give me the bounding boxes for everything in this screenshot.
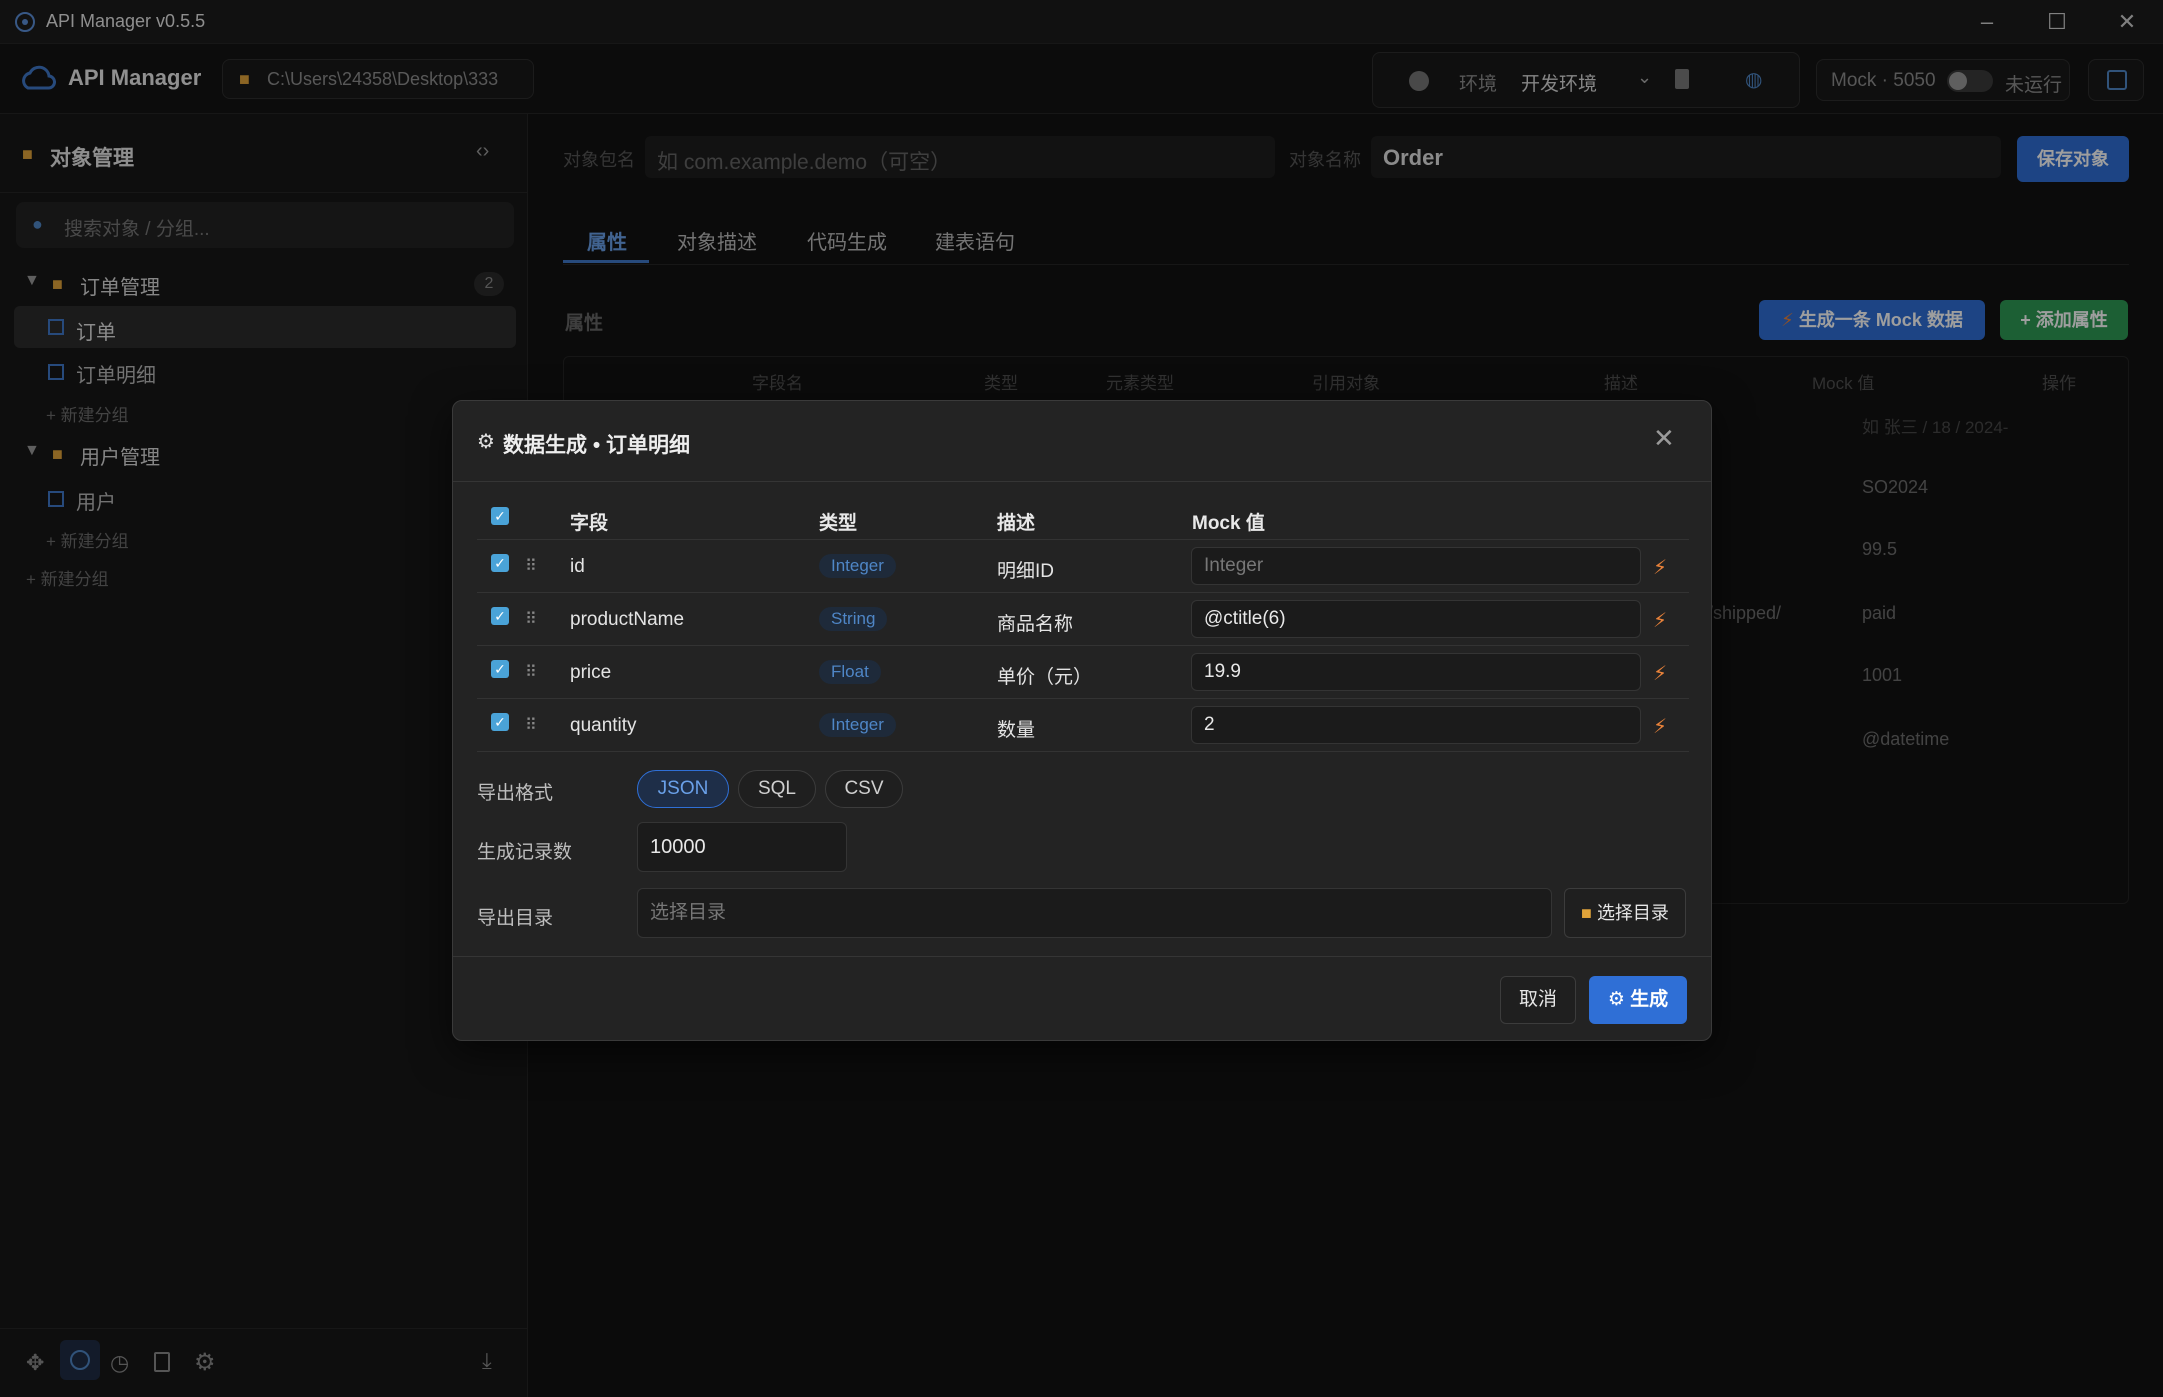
export-dir-input[interactable]: 选择目录 — [637, 888, 1552, 938]
field-desc: 商品名称 — [997, 614, 1074, 635]
header-mock: Mock 值 — [1192, 513, 1265, 534]
type-badge: String — [819, 607, 888, 631]
field-desc: 明细ID — [997, 561, 1055, 582]
mock-input[interactable]: @ctitle(6) — [1191, 600, 1641, 638]
record-count-input[interactable]: 10000 — [637, 822, 847, 872]
row-checkbox[interactable]: ✓ — [491, 713, 509, 731]
folder-icon: ■ — [1581, 903, 1592, 923]
header-desc: 描述 — [997, 513, 1036, 534]
choose-dir-button[interactable]: ■ 选择目录 — [1564, 888, 1686, 938]
data-generation-dialog: ⚙ 数据生成 • 订单明细 ✕ ✓ 字段 类型 描述 Mock 值 ✓ ⠿ id… — [452, 400, 1712, 1041]
dialog-title: 数据生成 • 订单明细 — [503, 434, 691, 457]
type-badge: Float — [819, 660, 881, 684]
bolt-icon[interactable]: ⚡ — [1653, 555, 1667, 580]
header-field: 字段 — [570, 513, 609, 534]
format-json[interactable]: JSON — [637, 770, 729, 808]
field-desc: 单价（元） — [997, 667, 1093, 688]
cancel-button[interactable]: 取消 — [1500, 976, 1576, 1024]
gear-icon: ⚙ — [1607, 989, 1625, 1010]
format-csv[interactable]: CSV — [825, 770, 903, 808]
drag-handle-icon[interactable]: ⠿ — [525, 609, 537, 629]
generate-label: 生成 — [1630, 989, 1669, 1010]
export-format-label: 导出格式 — [477, 783, 554, 804]
bolt-icon[interactable]: ⚡ — [1653, 661, 1667, 686]
drag-handle-icon[interactable]: ⠿ — [525, 715, 537, 735]
close-icon[interactable]: ✕ — [1653, 423, 1675, 454]
row-checkbox[interactable]: ✓ — [491, 660, 509, 678]
field-name: productName — [570, 609, 685, 630]
bolt-icon[interactable]: ⚡ — [1653, 714, 1667, 739]
generate-button[interactable]: ⚙ 生成 — [1589, 976, 1687, 1024]
field-name: id — [570, 556, 585, 577]
type-badge: Integer — [819, 554, 896, 578]
count-label: 生成记录数 — [477, 842, 573, 863]
mock-input[interactable]: Integer — [1191, 547, 1641, 585]
drag-handle-icon[interactable]: ⠿ — [525, 556, 537, 576]
field-name: quantity — [570, 715, 637, 736]
mock-input[interactable]: 19.9 — [1191, 653, 1641, 691]
drag-handle-icon[interactable]: ⠿ — [525, 662, 537, 682]
dir-label: 导出目录 — [477, 908, 554, 929]
field-name: price — [570, 662, 612, 683]
gear-icon: ⚙ — [477, 431, 495, 453]
field-desc: 数量 — [997, 720, 1036, 741]
type-badge: Integer — [819, 713, 896, 737]
choose-dir-label: 选择目录 — [1596, 903, 1669, 923]
select-all-checkbox[interactable]: ✓ — [491, 507, 509, 525]
format-sql[interactable]: SQL — [738, 770, 816, 808]
mock-input[interactable]: 2 — [1191, 706, 1641, 744]
header-type: 类型 — [819, 513, 858, 534]
bolt-icon[interactable]: ⚡ — [1653, 608, 1667, 633]
row-checkbox[interactable]: ✓ — [491, 607, 509, 625]
row-checkbox[interactable]: ✓ — [491, 554, 509, 572]
